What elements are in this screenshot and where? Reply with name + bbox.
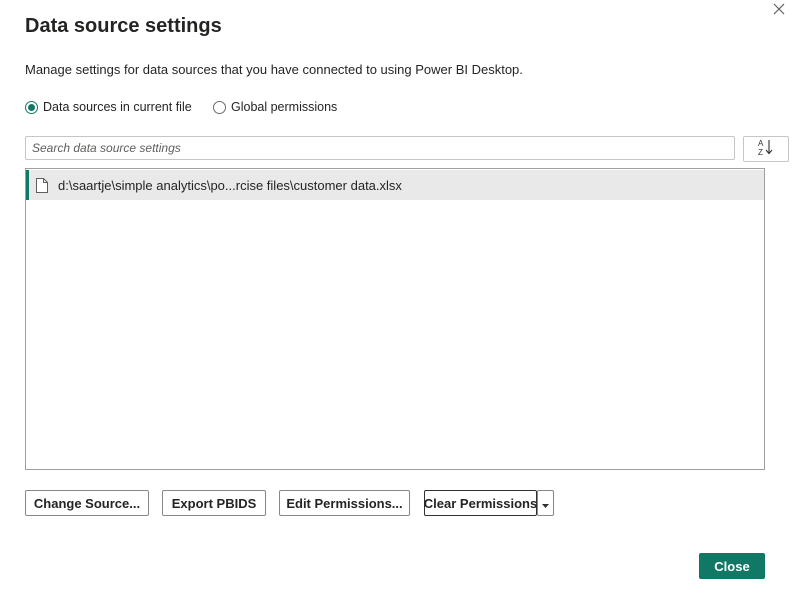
search-input[interactable] bbox=[25, 136, 735, 160]
clear-permissions-button[interactable]: Clear Permissions bbox=[424, 490, 537, 516]
svg-text:A: A bbox=[758, 139, 764, 148]
chevron-down-icon bbox=[542, 496, 549, 511]
radio-global-permissions[interactable]: Global permissions bbox=[213, 100, 337, 114]
radio-current-file[interactable]: Data sources in current file bbox=[25, 100, 192, 114]
export-pbids-button[interactable]: Export PBIDS bbox=[162, 490, 266, 516]
file-icon bbox=[36, 177, 48, 193]
data-source-list: d:\saartje\simple analytics\po...rcise f… bbox=[25, 168, 765, 470]
svg-text:Z: Z bbox=[758, 148, 763, 156]
change-source-button[interactable]: Change Source... bbox=[25, 490, 149, 516]
radio-checked-icon bbox=[25, 100, 38, 114]
clear-permissions-dropdown[interactable] bbox=[537, 490, 554, 516]
dialog-description: Manage settings for data sources that yo… bbox=[25, 62, 523, 77]
radio-label: Global permissions bbox=[231, 100, 338, 114]
close-icon[interactable] bbox=[770, 0, 788, 18]
list-item[interactable]: d:\saartje\simple analytics\po...rcise f… bbox=[26, 170, 764, 200]
sort-button[interactable]: A Z bbox=[743, 136, 789, 162]
data-source-path: d:\saartje\simple analytics\po...rcise f… bbox=[58, 177, 402, 193]
dialog-title: Data source settings bbox=[25, 15, 222, 37]
edit-permissions-button[interactable]: Edit Permissions... bbox=[279, 490, 410, 516]
radio-unchecked-icon bbox=[213, 100, 226, 114]
close-button[interactable]: Close bbox=[699, 553, 765, 579]
sort-az-icon: A Z bbox=[757, 138, 775, 161]
radio-label: Data sources in current file bbox=[43, 100, 192, 114]
